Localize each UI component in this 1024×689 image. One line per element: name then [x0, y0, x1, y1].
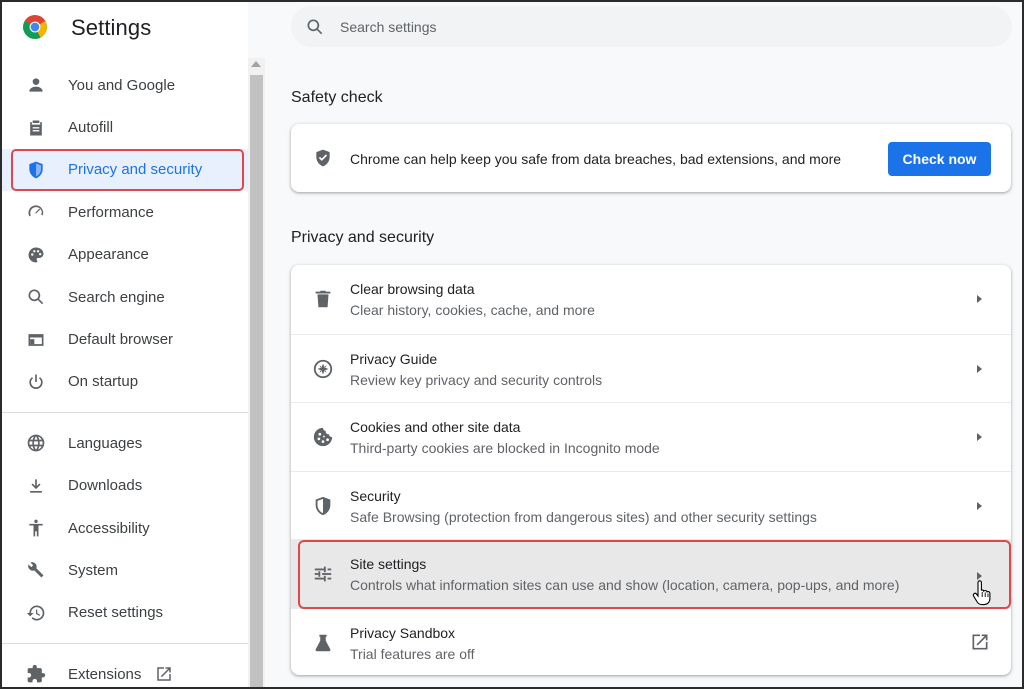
globe-icon — [24, 431, 48, 455]
privacy-row-privacy-sandbox[interactable]: Privacy Sandbox Trial features are off — [291, 607, 1011, 677]
sidebar-item-label: Default browser — [68, 331, 174, 349]
row-subtitle: Trial features are off — [350, 645, 475, 662]
search-bar[interactable] — [291, 6, 1012, 47]
privacy-row-cookies[interactable]: Cookies and other site data Third-party … — [291, 402, 1011, 471]
cookie-icon — [312, 426, 334, 448]
row-subtitle: Safe Browsing (protection from dangerous… — [350, 508, 817, 525]
row-subtitle: Clear history, cookies, cache, and more — [350, 302, 595, 318]
sidebar-item-label: Performance — [68, 203, 154, 221]
chevron-right-icon — [977, 572, 982, 580]
compass-icon — [312, 358, 334, 380]
sidebar-item-label: Search engine — [68, 288, 165, 306]
row-subtitle: Controls what information sites can use … — [350, 577, 900, 593]
row-subtitle: Third-party cookies are blocked in Incog… — [350, 440, 660, 456]
sidebar-item-label: Extensions — [68, 665, 142, 683]
sidebar-item-label: Languages — [68, 434, 143, 452]
sidebar-item-appearance[interactable]: Appearance — [2, 234, 248, 276]
trash-icon — [312, 288, 334, 310]
history-icon — [24, 601, 48, 625]
download-icon — [24, 474, 48, 498]
power-icon — [24, 370, 48, 394]
safety-check-text: Chrome can help keep you safe from data … — [350, 151, 842, 167]
sidebar-item-privacy-and-security[interactable]: Privacy and security — [2, 148, 248, 192]
sidebar-item-you-and-google[interactable]: You and Google — [2, 64, 248, 106]
sidebar-item-label: On startup — [68, 373, 139, 391]
person-icon — [24, 73, 48, 97]
safety-check-heading: Safety check — [291, 89, 383, 106]
shield-check-icon — [313, 148, 333, 168]
chrome-logo-icon — [23, 15, 47, 39]
sidebar-item-on-startup[interactable]: On startup — [2, 361, 248, 403]
speedometer-icon — [24, 200, 48, 224]
sliders-icon — [312, 563, 334, 585]
privacy-heading: Privacy and security — [291, 229, 435, 246]
chevron-right-icon — [977, 295, 982, 303]
open-in-new-icon[interactable] — [970, 632, 990, 652]
sidebar-item-label: System — [68, 561, 119, 579]
flask-icon — [312, 632, 334, 654]
accessibility-icon — [24, 516, 48, 540]
check-now-button[interactable]: Check now — [888, 142, 991, 176]
sidebar-item-reset-settings[interactable]: Reset settings — [2, 592, 248, 634]
privacy-row-clear-browsing-data[interactable]: Clear browsing data Clear history, cooki… — [291, 265, 1011, 334]
scroll-up-arrow-icon[interactable] — [251, 61, 261, 67]
shield-icon — [312, 495, 334, 517]
scrollbar-thumb[interactable] — [250, 75, 263, 687]
privacy-row-security[interactable]: Security Safe Browsing (protection from … — [291, 470, 1011, 540]
app-title: Settings — [71, 15, 152, 40]
sidebar-item-performance[interactable]: Performance — [2, 191, 248, 233]
sidebar-item-downloads[interactable]: Downloads — [2, 465, 248, 507]
row-title: Cookies and other site data — [350, 419, 521, 435]
wrench-icon — [24, 558, 48, 582]
row-subtitle: Review key privacy and security controls — [350, 371, 603, 388]
chevron-right-icon — [977, 364, 982, 373]
sidebar-item-default-browser[interactable]: Default browser — [2, 318, 248, 360]
settings-window: Settings You and Google Autofill Privacy… — [0, 0, 1024, 689]
sidebar-divider — [2, 412, 248, 414]
search-icon — [305, 17, 325, 37]
row-title: Privacy Sandbox — [350, 624, 456, 641]
brand: Settings — [22, 14, 151, 40]
sidebar-item-extensions[interactable]: Extensions — [2, 653, 248, 687]
sidebar-nav: You and Google Autofill Privacy and secu… — [2, 64, 248, 687]
puzzle-icon — [24, 662, 48, 686]
row-title: Clear browsing data — [350, 281, 475, 297]
sidebar-item-label: Appearance — [68, 246, 149, 264]
sidebar-item-search-engine[interactable]: Search engine — [2, 276, 248, 318]
sidebar-item-label: Privacy and security — [68, 161, 203, 179]
shield-icon — [24, 158, 48, 182]
sidebar-item-label: Autofill — [68, 119, 114, 137]
clipboard-icon — [24, 116, 48, 140]
privacy-row-site-settings[interactable]: Site settings Controls what information … — [291, 539, 1011, 608]
chevron-right-icon — [977, 501, 982, 510]
privacy-card: Clear browsing data Clear history, cooki… — [291, 265, 1011, 675]
sidebar-item-languages[interactable]: Languages — [2, 422, 248, 464]
sidebar-item-label: Reset settings — [68, 604, 164, 622]
sidebar-item-label: Accessibility — [68, 519, 150, 537]
sidebar-scrollbar[interactable] — [248, 58, 265, 687]
sidebar-item-label: You and Google — [68, 76, 176, 94]
row-title: Site settings — [350, 556, 427, 572]
chevron-right-icon — [977, 433, 982, 441]
sidebar-item-system[interactable]: System — [2, 549, 248, 591]
row-title: Security — [350, 487, 401, 504]
sidebar-divider — [2, 643, 248, 645]
privacy-row-privacy-guide[interactable]: Privacy Guide Review key privacy and sec… — [291, 333, 1011, 403]
browser-window-icon — [24, 328, 48, 352]
sidebar-item-label: Downloads — [68, 477, 143, 495]
sidebar: Settings You and Google Autofill Privacy… — [2, 2, 248, 687]
safety-check-card: Chrome can help keep you safe from data … — [291, 124, 1011, 192]
search-icon — [24, 285, 48, 309]
row-title: Privacy Guide — [350, 350, 438, 367]
open-in-new-icon — [155, 665, 173, 683]
palette-icon — [24, 243, 48, 267]
search-input[interactable] — [340, 18, 940, 35]
sidebar-item-autofill[interactable]: Autofill — [2, 106, 248, 148]
sidebar-item-accessibility[interactable]: Accessibility — [2, 507, 248, 549]
